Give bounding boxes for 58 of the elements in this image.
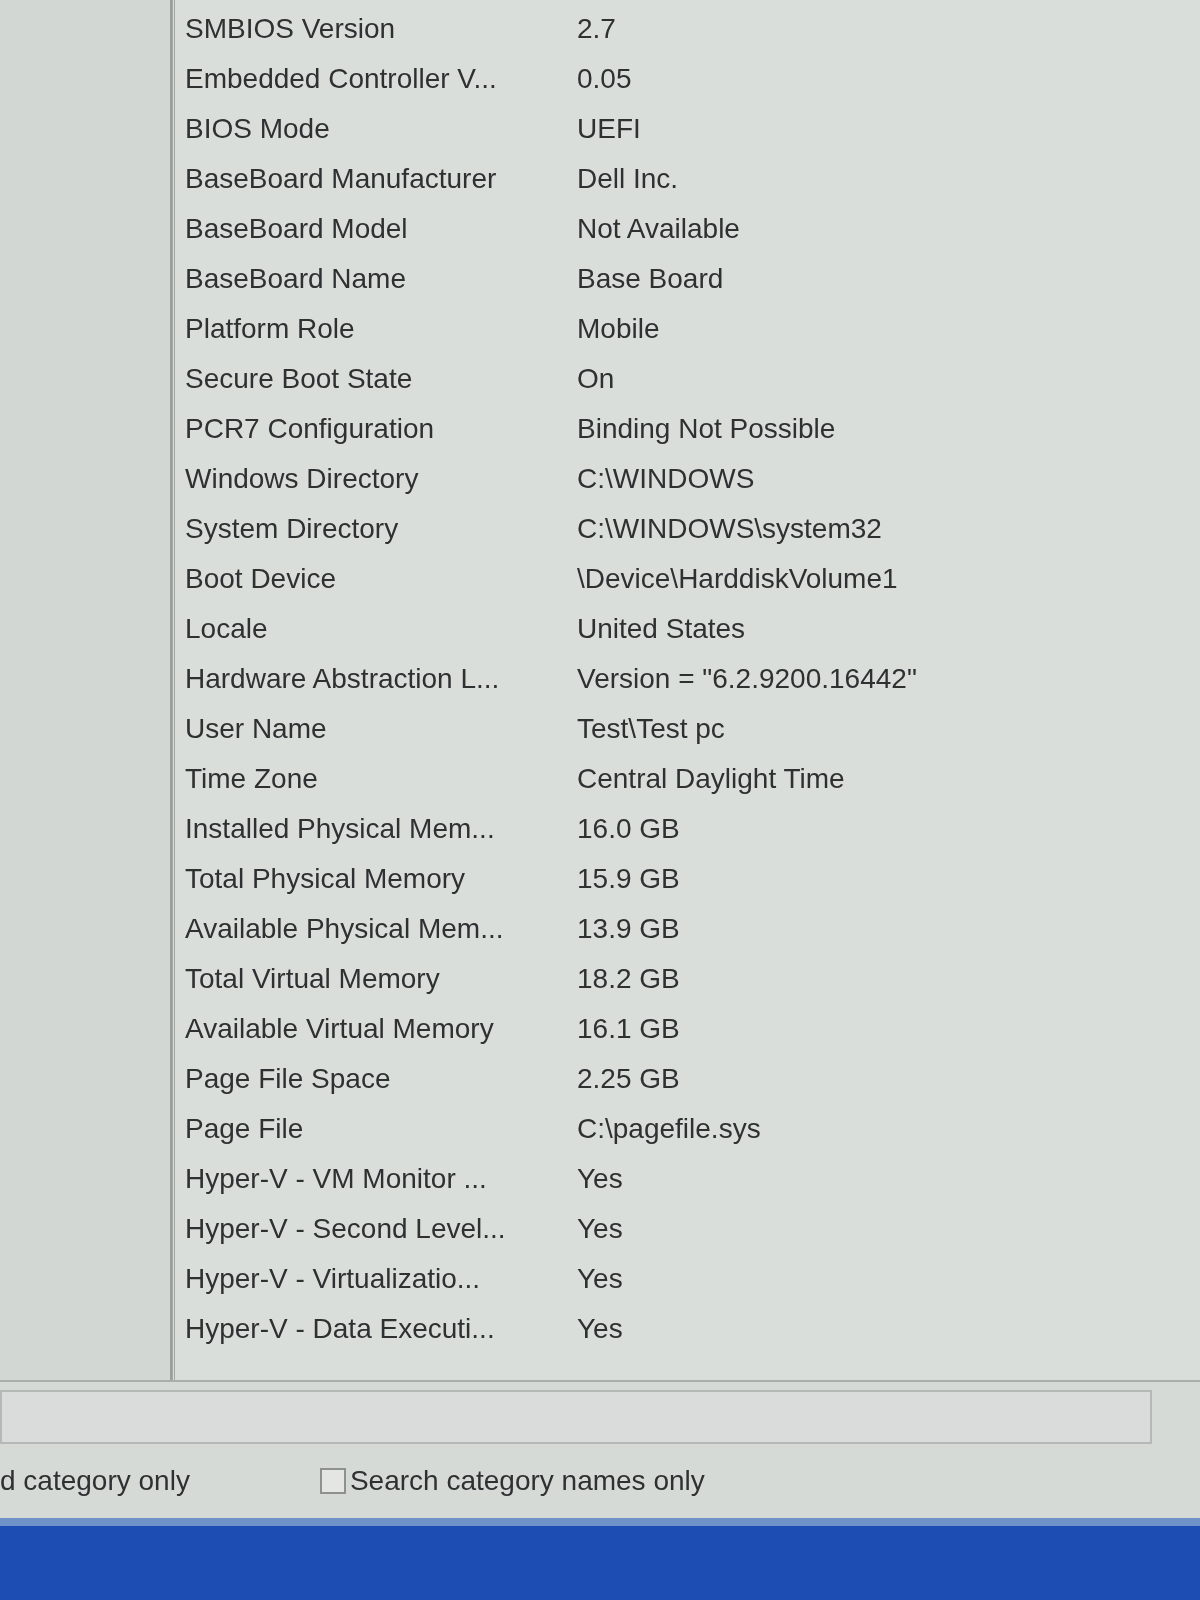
item-value: UEFI: [577, 115, 641, 143]
item-value: Not Available: [577, 215, 740, 243]
item-name: Installed Physical Mem...: [185, 815, 496, 843]
item-name: Time Zone: [185, 765, 319, 793]
item-name: Boot Device: [185, 565, 337, 593]
checkbox-label[interactable]: Search category names only: [349, 1467, 705, 1495]
item-name: Embedded Controller V...: [185, 65, 498, 93]
item-value: Yes: [577, 1265, 623, 1293]
item-name: Locale: [185, 615, 269, 643]
item-value: Test\Test pc: [577, 715, 725, 743]
item-name: BaseBoard Manufacturer: [185, 165, 498, 193]
item-value: Dell Inc.: [577, 165, 679, 193]
item-name: Total Physical Memory: [185, 865, 467, 893]
item-name: BIOS Mode: [185, 115, 331, 143]
item-name: Hyper-V - VM Monitor ...: [185, 1165, 488, 1193]
item-value: United States: [577, 615, 746, 643]
item-name: Available Physical Mem...: [185, 915, 505, 943]
item-name: Page File: [185, 1115, 305, 1143]
item-value: Base Board: [577, 265, 724, 293]
item-value: C:\WINDOWS: [577, 465, 755, 493]
item-name: PCR7 Configuration: [185, 415, 436, 443]
item-value: Binding Not Possible: [577, 415, 836, 443]
item-name: Total Virtual Memory: [185, 965, 441, 993]
item-name: SMBIOS Version: [185, 15, 397, 43]
item-name: BaseBoard Name: [185, 265, 407, 293]
item-name: Page File Space: [185, 1065, 392, 1093]
item-name: Available Virtual Memory: [185, 1015, 495, 1043]
item-name: User Name: [185, 715, 328, 743]
item-name: Secure Boot State: [185, 365, 414, 393]
item-value: Mobile: [577, 315, 660, 343]
item-value: Yes: [577, 1215, 623, 1243]
item-value: 2.7: [577, 15, 616, 43]
item-value: Version = "6.2.9200.16442": [577, 665, 917, 693]
item-value: 16.0 GB: [577, 815, 680, 843]
item-name: Hyper-V - Virtualizatio...: [185, 1265, 482, 1293]
item-value: Yes: [577, 1315, 623, 1343]
item-name: Hyper-V - Second Level...: [185, 1215, 507, 1243]
item-name: Hardware Abstraction L...: [185, 665, 501, 693]
item-value: 2.25 GB: [577, 1065, 680, 1093]
item-value: 0.05: [577, 65, 632, 93]
item-name: System Directory: [185, 515, 400, 543]
checkbox[interactable]: [319, 1468, 346, 1494]
item-value: On: [577, 365, 615, 393]
option-label[interactable]: d category only: [0, 1467, 190, 1495]
item-name: BaseBoard Model: [185, 215, 409, 243]
item-value: \Device\HarddiskVolume1: [577, 565, 898, 593]
item-name: Windows Directory: [185, 465, 420, 493]
item-value: Central Daylight Time: [577, 765, 845, 793]
item-value: 15.9 GB: [577, 865, 680, 893]
item-value: C:\pagefile.sys: [577, 1115, 761, 1143]
item-value: C:\WINDOWS\system32: [577, 515, 882, 543]
item-name: Platform Role: [185, 315, 356, 343]
item-value: 13.9 GB: [577, 915, 680, 943]
item-value: 18.2 GB: [577, 965, 680, 993]
item-value: Yes: [577, 1165, 623, 1193]
search-field[interactable]: [0, 1390, 1152, 1444]
item-name: Hyper-V - Data Executi...: [185, 1315, 496, 1343]
item-value: 16.1 GB: [577, 1015, 680, 1043]
